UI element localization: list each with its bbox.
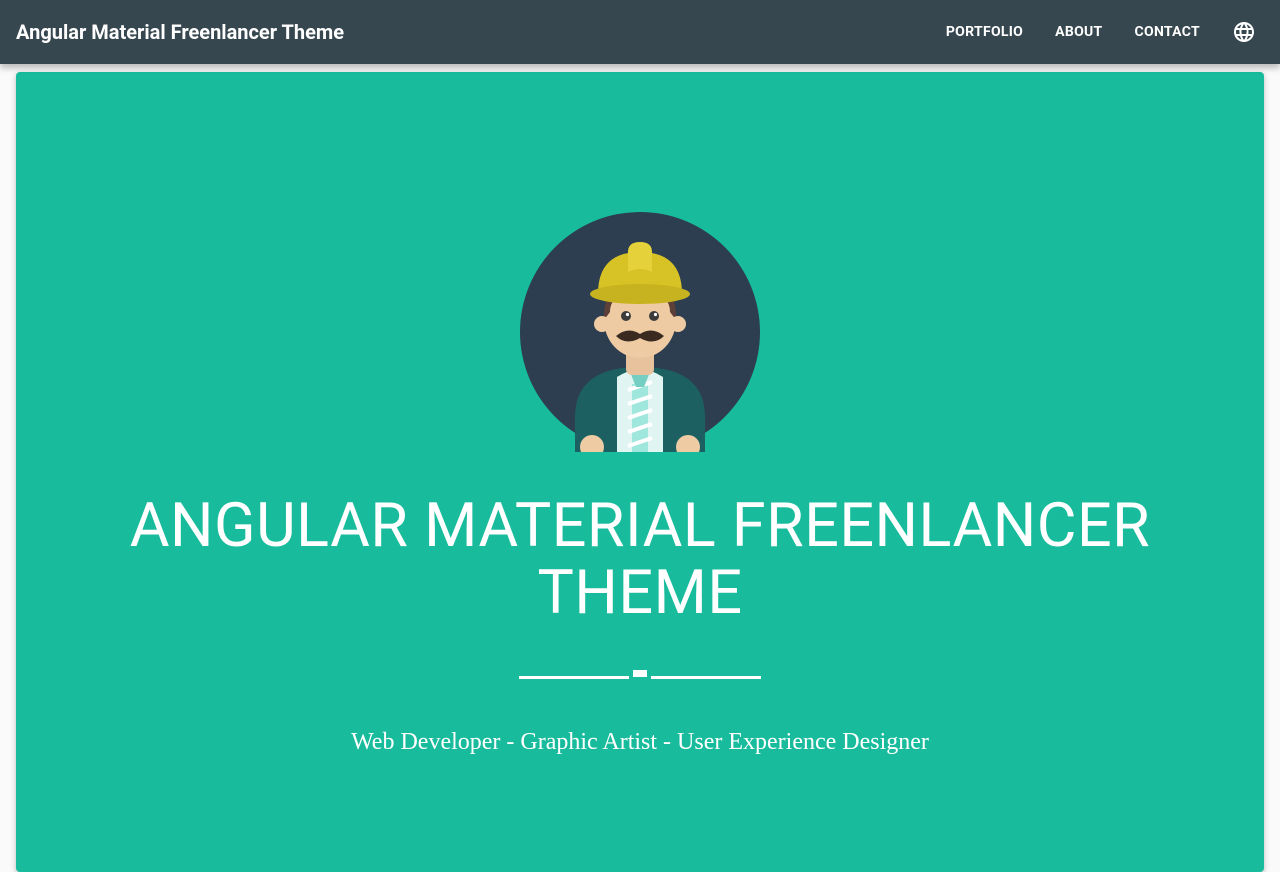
nav-portfolio-button[interactable]: PORTFOLIO: [930, 14, 1039, 50]
hero-section: ANGULAR MATERIAL FREENLANCER THEME Web D…: [16, 72, 1264, 872]
nav-contact-button[interactable]: CONTACT: [1119, 14, 1216, 50]
divider-line-left: [519, 676, 629, 679]
divider-line-right: [651, 676, 761, 679]
language-icon: [1232, 20, 1256, 44]
toolbar-title: Angular Material Freenlancer Theme: [16, 0, 344, 64]
hero-divider: [36, 674, 1244, 681]
hero-subtitle: Web Developer - Graphic Artist - User Ex…: [36, 729, 1244, 756]
nav-about-button[interactable]: ABOUT: [1039, 14, 1118, 50]
app-toolbar: Angular Material Freenlancer Theme PORTF…: [0, 0, 1280, 64]
freelancer-avatar-icon: [520, 212, 760, 452]
divider-star-icon: [633, 670, 647, 677]
hero-title: ANGULAR MATERIAL FREENLANCER THEME: [36, 492, 1244, 626]
language-button[interactable]: [1224, 12, 1264, 52]
